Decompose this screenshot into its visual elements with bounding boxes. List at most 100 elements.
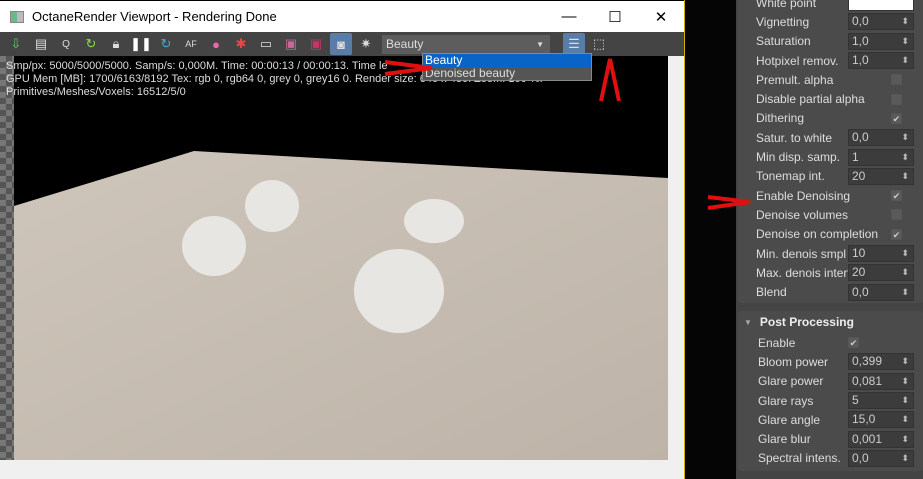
setting-label: Dithering — [756, 111, 805, 126]
color-picker-icon[interactable]: ● — [205, 33, 227, 55]
annotation-arrow — [707, 195, 751, 210]
setting-row: Premult. alpha — [738, 70, 923, 89]
setting-row: Disable partial alpha — [738, 89, 923, 108]
setting-row: Denoise volumes — [738, 205, 923, 224]
restart-icon[interactable]: ↻ — [80, 33, 102, 55]
option-denoised-beauty[interactable]: Denoised beauty — [423, 67, 591, 80]
setting-label: Blend — [756, 285, 787, 300]
checkbox[interactable]: ✔ — [848, 337, 859, 349]
setting-row: Satur. to white 0,0 — [738, 128, 923, 147]
setting-row: Dithering ✔ — [738, 109, 923, 128]
pause-icon[interactable]: ❚❚ — [130, 33, 152, 55]
number-spinner[interactable]: 0,399 — [848, 353, 914, 371]
setting-row: Min. denois smpl 10 — [738, 244, 923, 263]
setting-label: Tonemap int. — [756, 169, 825, 184]
checkbox[interactable]: ✔ — [891, 228, 902, 240]
maximize-button[interactable]: ☐ — [592, 1, 638, 32]
window-edge — [684, 0, 685, 479]
setting-label: Spectral intens. — [758, 451, 841, 466]
setting-label: Min disp. samp. — [756, 150, 841, 165]
copy-icon[interactable]: ▤ — [30, 33, 52, 55]
number-spinner[interactable]: 1 — [848, 148, 914, 166]
setting-label: Hotpixel remov. — [756, 53, 839, 68]
setting-row: Spectral intens. 0,0 — [738, 449, 923, 468]
number-spinner[interactable]: 1,0 — [848, 52, 914, 70]
window-title: OctaneRender Viewport - Rendering Done — [32, 9, 277, 24]
number-spinner[interactable]: 0,001 — [848, 430, 914, 448]
zoom-q-icon[interactable]: Q — [55, 33, 77, 55]
setting-label: Denoise on completion — [756, 227, 879, 242]
setting-label: Min. denois smpl — [756, 246, 847, 261]
number-spinner[interactable]: 15,0 — [848, 411, 914, 429]
setting-row: Hotpixel remov. 1,0 — [738, 51, 923, 70]
render-pass-dropdown: Beauty Denoised beauty — [422, 53, 592, 81]
display-icon[interactable]: ▭ — [255, 33, 277, 55]
autofocus-icon[interactable]: AF — [180, 33, 202, 55]
selected-pass: Beauty — [386, 37, 424, 51]
setting-label: Denoise volumes — [756, 207, 849, 222]
annotation-arrow — [599, 58, 621, 102]
setting-label: Bloom power — [758, 354, 829, 369]
setting-row: Enable Denoising ✔ — [738, 186, 923, 205]
number-spinner[interactable]: 0,0 — [848, 449, 914, 467]
setting-row: Min disp. samp. 1 — [738, 147, 923, 166]
setting-row: Enable ✔ — [738, 333, 923, 352]
number-spinner[interactable]: 20 — [848, 167, 914, 185]
region-icon[interactable]: ✱ — [230, 33, 252, 55]
checkbox[interactable]: ✔ — [891, 190, 902, 202]
minimize-button[interactable]: — — [546, 1, 592, 32]
setting-label: Glare power — [758, 374, 824, 389]
post-processing-header[interactable]: ▼ Post Processing — [738, 311, 923, 333]
setting-row: Vignetting 0,0 — [738, 12, 923, 31]
checkbox[interactable] — [891, 93, 902, 105]
close-button[interactable]: ✕ — [638, 1, 684, 32]
setting-label: Glare rays — [758, 393, 814, 408]
camera-icon[interactable]: ◙ — [330, 33, 352, 55]
list-icon[interactable]: ☰ — [563, 33, 585, 55]
chevron-down-icon: ▼ — [536, 39, 544, 49]
number-spinner[interactable]: 5 — [848, 392, 914, 410]
color-swatch[interactable] — [848, 0, 914, 12]
setting-label: Enable Denoising — [756, 188, 851, 203]
number-spinner[interactable]: 0,081 — [848, 372, 914, 390]
refresh-icon[interactable]: ↻ — [155, 33, 177, 55]
checkbox[interactable] — [891, 74, 902, 86]
setting-label: Premult. alpha — [756, 72, 834, 87]
checkbox[interactable]: ✔ — [891, 112, 902, 124]
setting-label: Disable partial alpha — [756, 92, 865, 107]
triangle-down-icon: ▼ — [744, 317, 752, 327]
setting-label: White point — [756, 0, 817, 10]
render-viewport[interactable] — [0, 56, 668, 460]
render-pass-select[interactable]: Beauty ▼ — [382, 34, 550, 54]
horizontal-scrollbar[interactable] — [0, 460, 684, 479]
setting-label: Satur. to white — [756, 130, 833, 145]
setting-row: Denoise on completion ✔ — [738, 225, 923, 244]
setting-row: Glare rays 5 — [738, 391, 923, 410]
annotation-arrow — [384, 60, 433, 76]
number-spinner[interactable]: 10 — [848, 245, 914, 262]
film-region-icon[interactable]: ▣ — [305, 33, 327, 55]
setting-row: Saturation 1,0 — [738, 32, 923, 51]
render-image — [14, 56, 668, 460]
number-spinner[interactable]: 0,0 — [848, 283, 914, 301]
setting-row: Max. denois interv 20 — [738, 263, 923, 282]
settings-icon[interactable]: ✷ — [355, 33, 377, 55]
setting-label: Vignetting — [756, 14, 810, 29]
number-spinner[interactable]: 1,0 — [848, 32, 914, 50]
checkbox[interactable] — [891, 209, 902, 221]
setting-row: Glare blur 0,001 — [738, 429, 923, 448]
setting-row: Glare power 0,081 — [738, 372, 923, 391]
stats-line: Primitives/Meshes/Voxels: 16512/5/0 — [6, 86, 186, 98]
lock-icon[interactable]: 🔒︎ — [105, 33, 127, 55]
vertical-scrollbar[interactable] — [668, 56, 684, 460]
number-spinner[interactable]: 0,0 — [848, 129, 914, 147]
film-icon[interactable]: ▣ — [280, 33, 302, 55]
post-processing-title: Post Processing — [759, 315, 854, 329]
setting-label: Glare angle — [758, 412, 821, 427]
export-icon[interactable]: ⇩ — [5, 33, 27, 55]
setting-row: Blend 0,0 — [738, 282, 923, 301]
number-spinner[interactable]: 0,0 — [848, 13, 914, 31]
setting-row: Glare angle 15,0 — [738, 410, 923, 429]
pick-icon[interactable]: ⬚ — [588, 33, 610, 55]
number-spinner[interactable]: 20 — [848, 264, 914, 282]
